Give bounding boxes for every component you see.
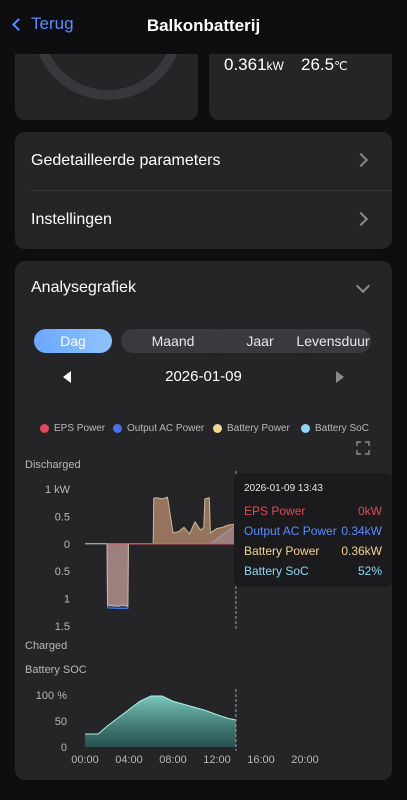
tooltip-value: 0.36kW [341, 544, 382, 558]
temperature-stat: 26.5℃ [301, 55, 348, 75]
power-y-tick-label: 0.5 [55, 511, 70, 523]
power-y-tick-label: 1.5 [55, 621, 70, 633]
chart-bottom-label: Charged [25, 640, 67, 652]
legend-dot [301, 424, 310, 433]
settings-menu-card: Gedetailleerde parameters Instellingen [15, 132, 392, 249]
chevron-right-icon [353, 152, 369, 168]
tooltip-value: 0.34kW [341, 524, 382, 538]
power-stat: 0.361kW [224, 55, 284, 75]
tooltip-label: Battery Power [244, 544, 320, 558]
battery-power-area [85, 496, 237, 607]
x-tick-label: 04:00 [115, 754, 143, 766]
soc-y-tick-label: 50 [55, 716, 67, 728]
tooltip-row-eps: EPS Power 0kW [244, 504, 382, 524]
menu-item-label: Gedetailleerde parameters [31, 152, 221, 169]
tooltip-label: Battery SoC [244, 564, 309, 578]
page-title: Balkonbatterij [146, 16, 261, 35]
analysis-title: Analysegrafiek [31, 279, 136, 296]
tooltip-row-battery-soc: Battery SoC 52% [244, 564, 382, 584]
soc-y-tick-label: 0 [61, 742, 67, 754]
top-nav-bar: Terug Balkonbatterij [0, 0, 407, 54]
x-tick-label: 08:00 [159, 754, 187, 766]
menu-item-label: Instellingen [31, 211, 112, 228]
tooltip-label: Output AC Power [244, 524, 337, 538]
power-y-tick-label: 1 [64, 594, 70, 606]
chart-legend: EPS Power Output AC Power Battery Power … [15, 423, 392, 437]
battery-soc-area [85, 696, 236, 747]
legend-dot [40, 424, 49, 433]
next-day-icon[interactable] [336, 371, 344, 383]
legend-item-battery-power[interactable]: Battery Power [213, 423, 290, 434]
tab-day[interactable]: Dag [34, 329, 112, 353]
chevron-right-icon [353, 211, 369, 227]
legend-label: Battery SoC [315, 423, 369, 434]
tooltip-row-output-ac: Output AC Power 0.34kW [244, 524, 382, 544]
x-tick-label: 20:00 [291, 754, 319, 766]
date-navigator: 2026-01-09 [15, 367, 392, 387]
tooltip-value: 52% [357, 564, 382, 578]
tooltip-time: 2026-01-09 13:43 [244, 483, 323, 494]
soc-y-tick-label: 100 % [36, 690, 67, 702]
tooltip-label: EPS Power [244, 504, 306, 518]
legend-item-battery-soc[interactable]: Battery SoC [301, 423, 369, 434]
legend-item-eps[interactable]: EPS Power [40, 423, 105, 434]
chart-tooltip: 2026-01-09 13:43 EPS Power 0kW Output AC … [234, 473, 392, 587]
legend-item-output-ac[interactable]: Output AC Power [113, 423, 204, 434]
legend-label: EPS Power [54, 423, 106, 434]
x-tick-label: 00:00 [71, 754, 99, 766]
menu-item-settings[interactable]: Instellingen [15, 191, 392, 249]
analysis-chart-card: Analysegrafiek Dag Maand Jaar Levensduur… [15, 261, 392, 780]
soc-chart-title: Battery SOC [25, 664, 87, 676]
x-tick-label: 16:00 [247, 754, 275, 766]
menu-item-detailed-parameters[interactable]: Gedetailleerde parameters [15, 132, 392, 190]
legend-label: Battery Power [227, 423, 290, 434]
power-y-tick-label: 1 kW [45, 484, 71, 496]
legend-dot [113, 424, 122, 433]
power-y-tick-label: 0.5 [55, 566, 70, 578]
legend-dot [213, 424, 222, 433]
tooltip-value: 0kW [358, 504, 382, 518]
power-value: 0.361 [224, 55, 267, 74]
tooltip-row-battery-power: Battery Power 0.36kW [244, 544, 382, 564]
power-y-tick-label: 0 [64, 539, 70, 551]
chart-top-label: Discharged [25, 459, 81, 471]
chevron-down-icon[interactable] [355, 278, 371, 294]
tab-lifetime[interactable]: Levensduur [295, 329, 371, 353]
power-unit: kW [266, 59, 284, 73]
temperature-value: 26.5 [301, 55, 335, 74]
legend-label: Output AC Power [127, 423, 205, 434]
x-tick-label: 12:00 [203, 754, 231, 766]
temperature-unit: ℃ [334, 59, 348, 73]
